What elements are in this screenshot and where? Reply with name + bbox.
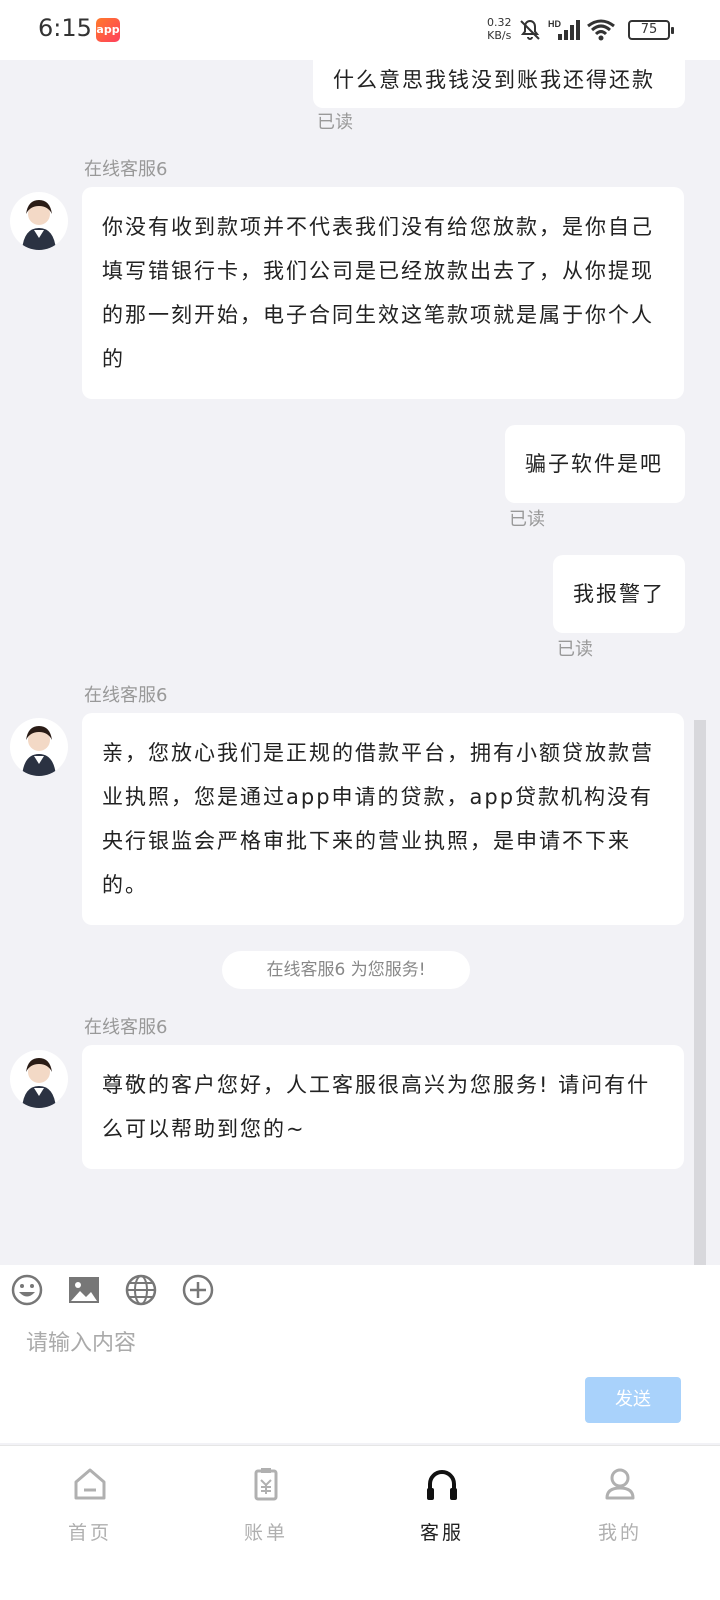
tab-bill[interactable]: 账单 — [176, 1446, 356, 1566]
chat-area[interactable]: 什么意思我钱没到账我还得还款 已读 在线客服6 你没有收到款项并不代表我们没有给… — [0, 60, 720, 1265]
agent-avatar — [10, 192, 68, 250]
app-notification-icon: app — [96, 18, 120, 42]
emoji-icon[interactable] — [10, 1273, 44, 1307]
sender-name: 在线客服6 — [84, 159, 168, 180]
tab-label: 我的 — [597, 1522, 642, 1544]
signal-icon: HD — [548, 19, 580, 40]
read-status: 已读 — [557, 639, 593, 660]
message-bubble-outgoing: 什么意思我钱没到账我还得还款 — [313, 60, 685, 108]
agent-avatar — [10, 718, 68, 776]
message-bubble-incoming: 尊敬的客户您好，人工客服很高兴为您服务! 请问有什么可以帮助到您的~ — [82, 1045, 684, 1169]
message-bubble-outgoing: 我报警了 — [553, 555, 685, 633]
message-bubble-incoming: 你没有收到款项并不代表我们没有给您放款，是你自己填写错银行卡，我们公司是已经放款… — [82, 187, 684, 399]
tab-customer-service[interactable]: 客服 — [352, 1446, 532, 1566]
sender-name: 在线客服6 — [84, 685, 168, 706]
status-bar: 6:15 app 0.32 KB/s HD 75 — [0, 0, 720, 60]
system-notice: 在线客服6 为您服务! — [222, 951, 470, 989]
read-status: 已读 — [317, 112, 353, 133]
bottom-tab-bar: 首页 账单 客服 我的 — [0, 1445, 720, 1600]
tab-mine[interactable]: 我的 — [530, 1446, 710, 1566]
status-time: 6:15 — [38, 14, 92, 42]
scrollbar[interactable] — [694, 720, 706, 1265]
agent-avatar — [10, 1050, 68, 1108]
send-button[interactable]: 发送 — [585, 1377, 681, 1423]
read-status: 已读 — [509, 509, 545, 530]
sender-name: 在线客服6 — [84, 1017, 168, 1038]
svg-text:HD: HD — [548, 19, 561, 29]
message-bubble-incoming: 亲，您放心我们是正规的借款平台，拥有小额贷放款营业执照，您是通过app申请的贷款… — [82, 713, 684, 925]
image-icon[interactable] — [67, 1273, 101, 1307]
input-area: 请输入内容 发送 — [0, 1265, 720, 1443]
tab-label: 账单 — [243, 1522, 288, 1544]
tab-label: 客服 — [419, 1522, 464, 1544]
bill-icon — [254, 1468, 278, 1501]
user-icon — [605, 1468, 635, 1500]
message-input[interactable]: 请输入内容 — [26, 1325, 136, 1357]
tab-home[interactable]: 首页 — [0, 1446, 180, 1566]
mute-icon — [520, 19, 540, 40]
plus-icon[interactable] — [181, 1273, 215, 1307]
message-bubble-outgoing: 骗子软件是吧 — [505, 425, 685, 503]
tab-label: 首页 — [67, 1522, 112, 1544]
globe-icon[interactable] — [124, 1273, 158, 1307]
battery-icon: 75 — [628, 20, 674, 40]
headset-icon — [427, 1470, 457, 1500]
wifi-icon — [587, 19, 615, 41]
home-icon — [74, 1468, 106, 1500]
network-speed: 0.32 KB/s — [487, 16, 512, 42]
